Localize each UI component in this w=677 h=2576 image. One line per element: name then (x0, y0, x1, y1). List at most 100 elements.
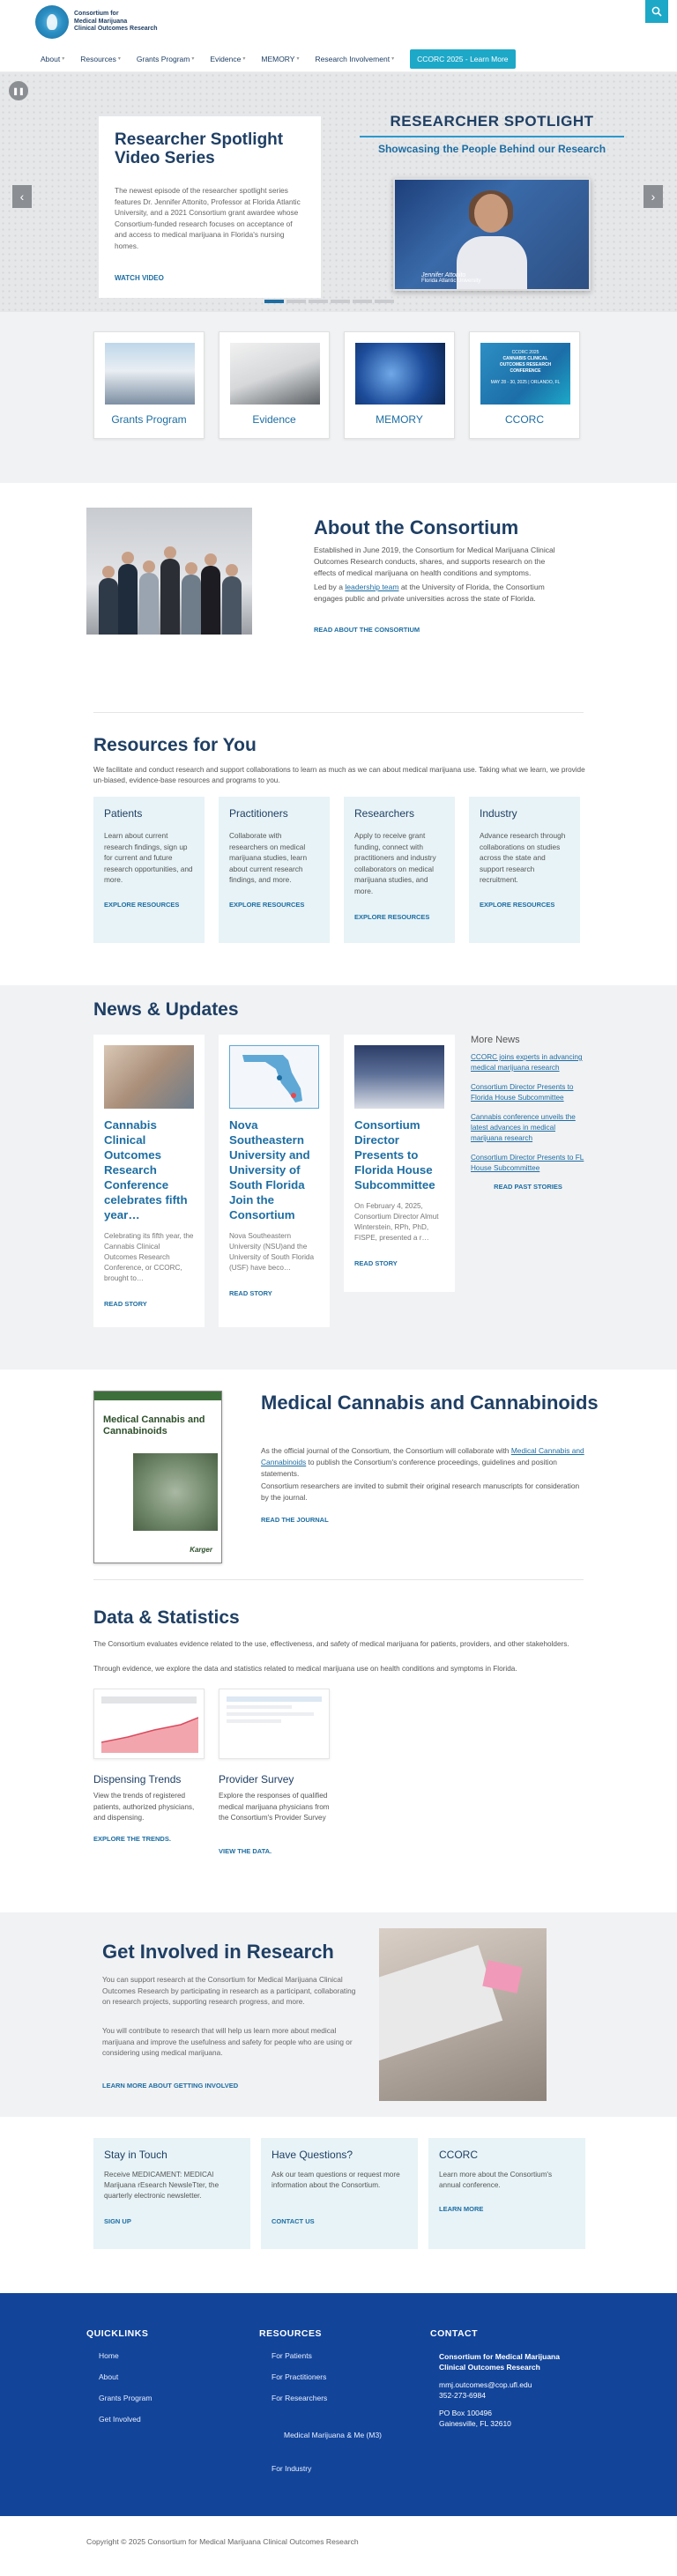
data-intro-2: Through evidence, we explore the data an… (93, 1665, 517, 1673)
site-logo[interactable]: Consortium for Medical Marijuana Clinica… (35, 5, 158, 39)
nav-about[interactable]: About ▾ (41, 55, 64, 63)
carousel-dot[interactable] (353, 300, 372, 303)
footer-link-about[interactable]: About (99, 2372, 118, 2381)
ccorc-image: CCORC 2025 CANNABIS CLINICAL OUTCOMES RE… (480, 343, 570, 405)
footer-link-grants[interactable]: Grants Program (99, 2394, 152, 2402)
footer-heading: CONTACT (430, 2328, 479, 2339)
divider (93, 1579, 584, 1580)
explore-resources-link[interactable]: EXPLORE RESOURCES (354, 913, 429, 921)
person-head (474, 194, 508, 233)
resource-card-title: Researchers (354, 807, 415, 820)
contact-us-link[interactable]: CONTACT US (272, 2217, 315, 2225)
get-involved-paragraph-2: You will contribute to research that wil… (102, 2026, 353, 2057)
photo-caption: Jennifer Attonito Florida Atlantic Unive… (421, 272, 480, 284)
nav-evidence[interactable]: Evidence ▾ (210, 55, 245, 63)
news-image (229, 1045, 319, 1109)
carousel-dot[interactable] (331, 300, 350, 303)
data-statistics-section: Data & Statistics The Consortium evaluat… (0, 1579, 677, 1912)
quick-links-section: Grants Program Evidence MEMORY CCORC 202… (0, 312, 677, 483)
data-item-title: Provider Survey (219, 1773, 294, 1785)
explore-resources-link[interactable]: EXPLORE RESOURCES (480, 901, 554, 909)
quick-card-grants[interactable]: Grants Program (93, 331, 205, 439)
journal-section: Medical Cannabis and Cannabinoids Karger… (0, 1370, 677, 1579)
resources-title: Resources for You (93, 735, 257, 755)
nav-resources[interactable]: Resources ▾ (80, 55, 121, 63)
search-button[interactable] (645, 0, 668, 23)
footer-link-industry[interactable]: For Industry (272, 2464, 311, 2473)
resource-card-title: Patients (104, 807, 143, 820)
footer-link-home[interactable]: Home (99, 2351, 119, 2360)
spotlight-subtitle: Showcasing the People Behind our Researc… (377, 143, 606, 155)
read-about-link[interactable]: READ ABOUT THE CONSORTIUM (314, 626, 420, 634)
read-story-link[interactable]: READ STORY (104, 1300, 147, 1308)
carousel-prev-button[interactable]: ‹ (12, 185, 32, 208)
contact-card-title: Stay in Touch (104, 2149, 167, 2161)
pause-icon: ❚❚ (12, 86, 25, 95)
cover-band (94, 1392, 221, 1400)
learn-more-involved-link[interactable]: LEARN MORE ABOUT GETTING INVOLVED (102, 2082, 238, 2090)
explore-resources-link[interactable]: EXPLORE RESOURCES (104, 901, 179, 909)
journal-paragraph: As the official journal of the Consortiu… (261, 1445, 587, 1479)
resource-card-title: Industry (480, 807, 517, 820)
read-journal-link[interactable]: READ THE JOURNAL (261, 1516, 329, 1524)
dispensing-trends-thumbnail[interactable] (93, 1689, 205, 1759)
nav-label: About (41, 54, 61, 63)
more-news-link[interactable]: Consortium Director Presents to FL House… (471, 1153, 585, 1174)
carousel-dot[interactable] (309, 300, 328, 303)
quick-card-evidence[interactable]: Evidence (219, 331, 330, 439)
footer-link-researchers[interactable]: For Researchers (272, 2394, 327, 2402)
read-story-link[interactable]: READ STORY (354, 1259, 398, 1267)
watch-video-link[interactable]: WATCH VIDEO (115, 274, 164, 282)
data-intro: The Consortium evaluates evidence relate… (93, 1640, 569, 1648)
view-data-link[interactable]: VIEW THE DATA. (219, 1847, 272, 1855)
thumb-header-bar (227, 1696, 322, 1702)
thumb-line (227, 1712, 315, 1716)
footer-phone-link[interactable]: 352-273-6984 (439, 2390, 486, 2401)
footer-link-practitioners[interactable]: For Practitioners (272, 2372, 326, 2381)
sign-up-link[interactable]: SIGN UP (104, 2217, 131, 2225)
more-news-link[interactable]: Cannabis conference unveils the latest a… (471, 1112, 585, 1144)
carousel-dot[interactable] (286, 300, 306, 303)
nav-memory[interactable]: MEMORY ▾ (261, 55, 299, 63)
read-story-link[interactable]: READ STORY (229, 1289, 272, 1297)
thumb-header-bar (101, 1696, 197, 1704)
read-past-stories-link[interactable]: READ PAST STORIES (471, 1183, 585, 1191)
provider-survey-thumbnail[interactable] (219, 1689, 330, 1759)
footer-email-link[interactable]: mmj.outcomes@cop.ufl.edu (439, 2379, 532, 2390)
quick-card-ccorc[interactable]: CCORC 2025 CANNABIS CLINICAL OUTCOMES RE… (469, 331, 580, 439)
quick-card-memory[interactable]: MEMORY (344, 331, 455, 439)
nav-grants-program[interactable]: Grants Program ▾ (137, 55, 194, 63)
learn-more-link[interactable]: LEARN MORE (439, 2205, 483, 2213)
news-card-excerpt: On February 4, 2025, Consortium Director… (354, 1202, 439, 1242)
footer-link-patients[interactable]: For Patients (272, 2351, 312, 2360)
main-nav: About ▾ Resources ▾ Grants Program ▾ Eviden… (0, 46, 677, 72)
carousel-dot[interactable] (375, 300, 394, 303)
leadership-team-link[interactable]: leadership team (345, 583, 398, 591)
carousel-dot[interactable] (264, 300, 284, 303)
news-card-title[interactable]: Nova Southeastern University and Univers… (229, 1117, 319, 1222)
thumb-line (227, 1719, 281, 1723)
explore-trends-link[interactable]: EXPLORE THE TRENDS. (93, 1835, 171, 1843)
footer-link-get-involved[interactable]: Get Involved (99, 2415, 141, 2424)
news-image (104, 1045, 194, 1109)
journal-cover[interactable]: Medical Cannabis and Cannabinoids Karger (93, 1391, 222, 1563)
nav-research-involvement[interactable]: Research Involvement ▾ (315, 55, 394, 63)
logo-line: Clinical Outcomes Research (74, 26, 158, 33)
person-figure (99, 566, 118, 635)
pause-button[interactable]: ❚❚ (9, 81, 28, 100)
quick-card-label: Grants Program (111, 413, 187, 426)
carousel-next-button[interactable]: › (644, 185, 663, 208)
news-card-title[interactable]: Cannabis Clinical Outcomes Research Conf… (104, 1117, 194, 1222)
researcher-photo: Jennifer Attonito Florida Atlantic Unive… (393, 178, 591, 291)
ccorc-cta-button[interactable]: CCORC 2025 - Learn More (410, 48, 516, 69)
more-news-link[interactable]: Consortium Director Presents to Florida … (471, 1082, 585, 1103)
banner-line: CCORC 2025 (511, 350, 539, 355)
more-news-link[interactable]: CCORC joins experts in advancing medical… (471, 1052, 585, 1073)
contact-card-body: Learn more about the Consortium's annual… (439, 2171, 553, 2189)
quick-card-label: Evidence (252, 413, 296, 426)
team-photo (86, 508, 252, 635)
news-card-title[interactable]: Consortium Director Presents to Florida … (354, 1117, 444, 1192)
person-figure (222, 564, 242, 635)
footer-link-m3[interactable]: Medical Marijuana & Me (M3) (284, 2431, 382, 2439)
explore-resources-link[interactable]: EXPLORE RESOURCES (229, 901, 304, 909)
